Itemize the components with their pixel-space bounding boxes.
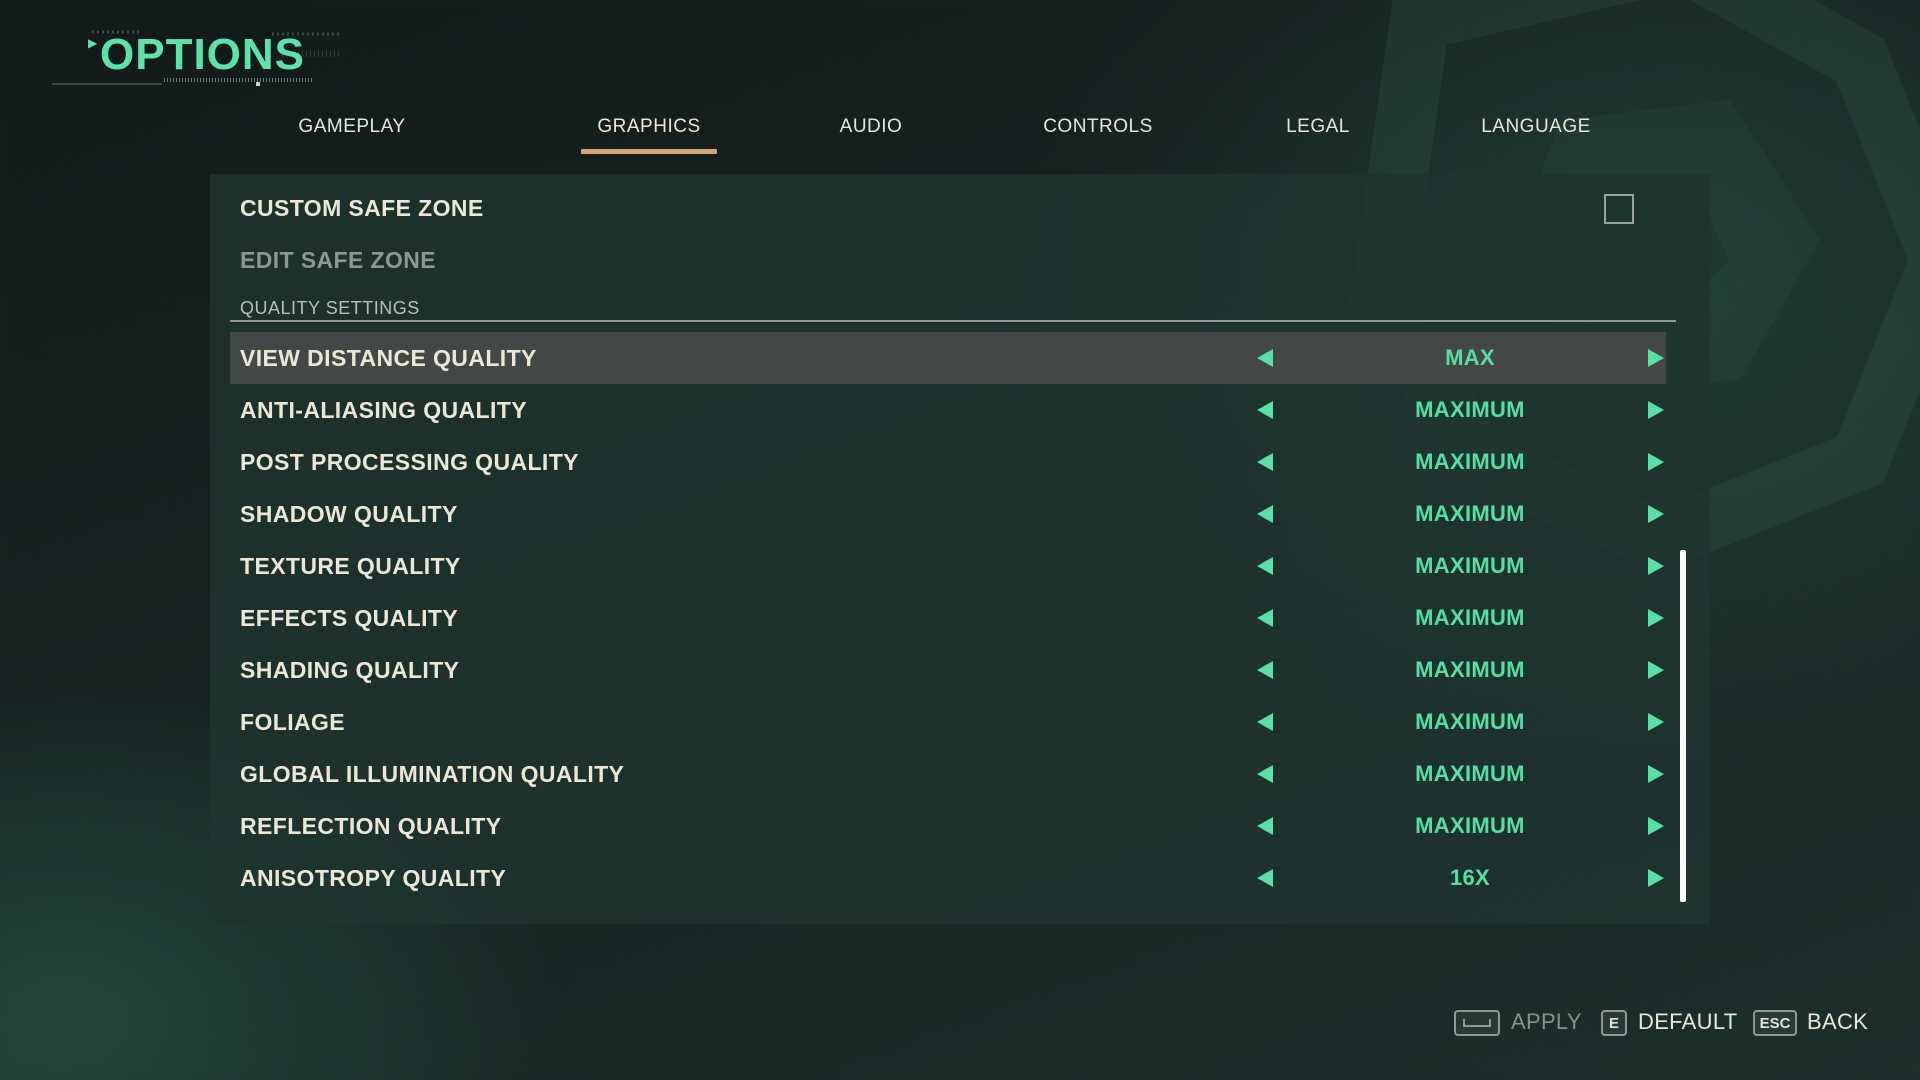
setting-value: 16X <box>1449 865 1491 890</box>
next-value-arrow-icon[interactable] <box>1648 661 1664 679</box>
quality-row[interactable]: GLOBAL ILLUMINATION QUALITY MAXIMUM <box>230 748 1666 800</box>
setting-label: SHADOW QUALITY <box>240 500 458 527</box>
setting-value: MAXIMUM <box>1415 449 1525 474</box>
setting-value: MAXIMUM <box>1415 553 1525 578</box>
footer-prompts: APPLY E DEFAULT ESC BACK <box>1450 1000 1890 1044</box>
page-title: OPTIONS <box>100 30 306 79</box>
previous-value-arrow-icon[interactable] <box>1257 505 1273 523</box>
setting-value: MAXIMUM <box>1415 761 1525 786</box>
edit-safe-zone-row[interactable]: EDIT SAFE ZONE <box>230 234 1666 286</box>
custom-safe-zone-row[interactable]: CUSTOM SAFE ZONE <box>230 182 1666 234</box>
setting-label: SHADING QUALITY <box>240 656 460 683</box>
setting-label: POST PROCESSING QUALITY <box>240 448 579 475</box>
quality-row[interactable]: VIEW DISTANCE QUALITY MAX <box>230 332 1666 384</box>
setting-label: ANTI-ALIASING QUALITY <box>240 396 527 423</box>
next-value-arrow-icon[interactable] <box>1648 869 1664 887</box>
next-value-arrow-icon[interactable] <box>1648 349 1664 367</box>
e-key-icon: E <box>1601 1010 1627 1036</box>
setting-value: MAXIMUM <box>1415 709 1525 734</box>
tab-label: AUDIO <box>839 116 903 137</box>
previous-value-arrow-icon[interactable] <box>1257 609 1273 627</box>
space-bar-key-icon <box>1454 1010 1500 1036</box>
setting-label: GLOBAL ILLUMINATION QUALITY <box>240 760 625 787</box>
next-value-arrow-icon[interactable] <box>1648 505 1664 523</box>
setting-value: MAXIMUM <box>1415 657 1525 682</box>
next-value-arrow-icon[interactable] <box>1648 609 1664 627</box>
default-button[interactable]: DEFAULT <box>1638 1009 1738 1035</box>
setting-label: CUSTOM SAFE ZONE <box>240 194 484 221</box>
previous-value-arrow-icon[interactable] <box>1257 713 1273 731</box>
next-value-arrow-icon[interactable] <box>1648 557 1664 575</box>
setting-label: EFFECTS QUALITY <box>240 604 459 631</box>
previous-value-arrow-icon[interactable] <box>1257 349 1273 367</box>
graphics-settings-panel: CUSTOM SAFE ZONE EDIT SAFE ZONE QUALITY … <box>210 174 1710 924</box>
tab-label: GAMEPLAY <box>298 116 406 137</box>
previous-value-arrow-icon[interactable] <box>1257 401 1273 419</box>
quality-row[interactable]: SHADING QUALITY MAXIMUM <box>230 644 1666 696</box>
setting-label: EDIT SAFE ZONE <box>240 246 437 273</box>
apply-button[interactable]: APPLY <box>1511 1009 1582 1035</box>
next-value-arrow-icon[interactable] <box>1648 765 1664 783</box>
back-button[interactable]: BACK <box>1807 1009 1868 1035</box>
tab-language[interactable]: LANGUAGE <box>1474 108 1598 156</box>
setting-label: TEXTURE QUALITY <box>240 552 461 579</box>
setting-value: MAXIMUM <box>1415 501 1525 526</box>
tab-graphics[interactable]: GRAPHICS <box>581 108 717 156</box>
next-value-arrow-icon[interactable] <box>1648 713 1664 731</box>
next-value-arrow-icon[interactable] <box>1648 817 1664 835</box>
previous-value-arrow-icon[interactable] <box>1257 453 1273 471</box>
quality-row[interactable]: FOLIAGE MAXIMUM <box>230 696 1666 748</box>
setting-value: MAX <box>1445 345 1495 370</box>
options-header: ▶ OPTIONS <box>52 24 352 90</box>
section-divider <box>230 320 1676 322</box>
custom-safe-zone-checkbox[interactable] <box>1604 194 1634 224</box>
previous-value-arrow-icon[interactable] <box>1257 765 1273 783</box>
scrollbar[interactable] <box>1680 550 1686 902</box>
setting-value: MAXIMUM <box>1415 397 1525 422</box>
setting-label: REFLECTION QUALITY <box>240 812 502 839</box>
quality-row[interactable]: EFFECTS QUALITY MAXIMUM <box>230 592 1666 644</box>
quality-row[interactable]: ANTI-ALIASING QUALITY MAXIMUM <box>230 384 1666 436</box>
next-value-arrow-icon[interactable] <box>1648 401 1664 419</box>
tab-label: LANGUAGE <box>1481 116 1591 137</box>
tab-label: CONTROLS <box>1043 116 1153 137</box>
esc-key-icon: ESC <box>1753 1010 1797 1036</box>
previous-value-arrow-icon[interactable] <box>1257 557 1273 575</box>
quality-row[interactable]: ANISOTROPY QUALITY 16X <box>230 852 1666 904</box>
setting-label: FOLIAGE <box>240 708 346 735</box>
next-value-arrow-icon[interactable] <box>1648 453 1664 471</box>
previous-value-arrow-icon[interactable] <box>1257 817 1273 835</box>
tab-label: LEGAL <box>1286 116 1350 137</box>
setting-value: MAXIMUM <box>1415 813 1525 838</box>
quality-row[interactable]: REFLECTION QUALITY MAXIMUM <box>230 800 1666 852</box>
tab-audio[interactable]: AUDIO <box>835 108 907 156</box>
tab-gameplay[interactable]: GAMEPLAY <box>296 108 408 156</box>
section-title: QUALITY SETTINGS <box>240 298 420 318</box>
tab-legal[interactable]: LEGAL <box>1278 108 1358 156</box>
previous-value-arrow-icon[interactable] <box>1257 661 1273 679</box>
setting-value: MAXIMUM <box>1415 605 1525 630</box>
tab-controls[interactable]: CONTROLS <box>1036 108 1160 156</box>
tab-label: GRAPHICS <box>597 116 701 137</box>
previous-value-arrow-icon[interactable] <box>1257 869 1273 887</box>
quality-row[interactable]: SHADOW QUALITY MAXIMUM <box>230 488 1666 540</box>
quality-row[interactable]: TEXTURE QUALITY MAXIMUM <box>230 540 1666 592</box>
setting-label: ANISOTROPY QUALITY <box>240 864 507 891</box>
options-tab-bar: GAMEPLAY GRAPHICS AUDIO CONTROLS LEGAL L… <box>296 108 1656 156</box>
quality-row[interactable]: POST PROCESSING QUALITY MAXIMUM <box>230 436 1666 488</box>
setting-label: VIEW DISTANCE QUALITY <box>240 344 537 371</box>
title-marker-icon: ▶ <box>88 36 98 50</box>
